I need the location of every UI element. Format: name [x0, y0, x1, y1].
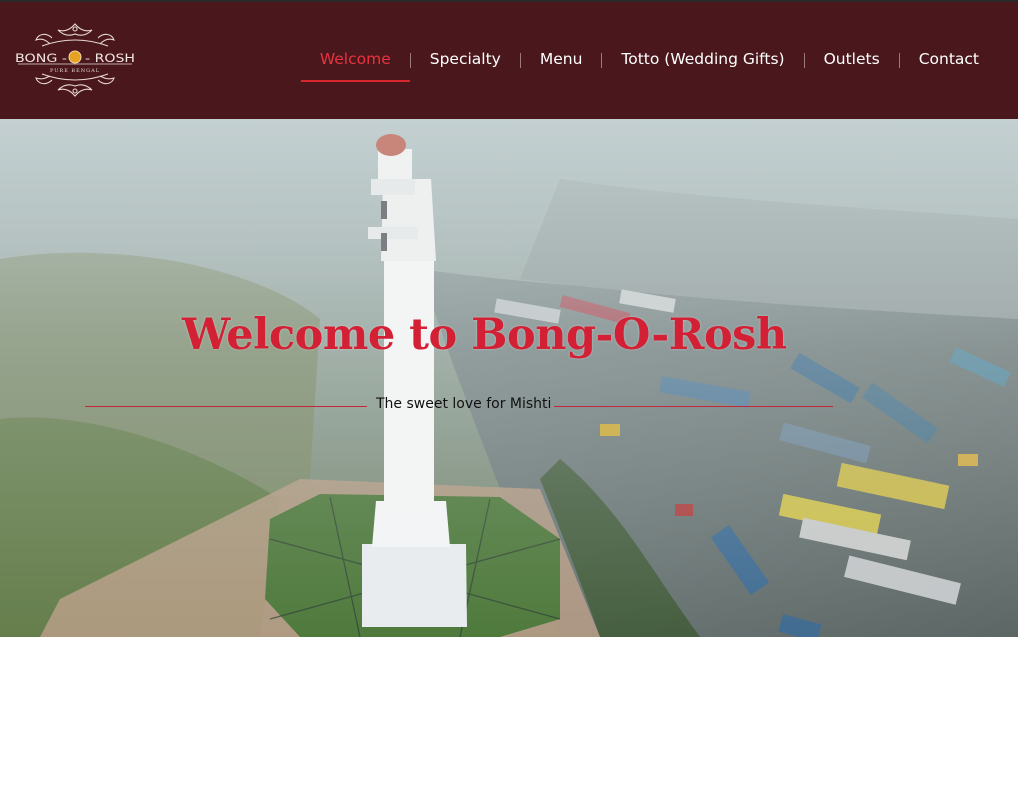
logo-subtext: PURE BENGAL	[50, 68, 100, 74]
hero-background-image	[0, 119, 1018, 637]
decorative-divider-left	[85, 406, 367, 407]
nav-contact[interactable]: Contact	[900, 40, 998, 81]
page-right-gutter	[1018, 0, 1024, 810]
svg-text:- ROSH: - ROSH	[85, 51, 135, 65]
decorative-divider-right	[554, 406, 833, 407]
hero-banner: Welcome to Bong-O-Rosh The sweet love fo…	[0, 119, 1018, 637]
nav-menu[interactable]: Menu	[521, 40, 602, 81]
site-header: BONG - - ROSH PURE BENGAL Welcome Specia…	[0, 2, 1018, 119]
nav-outlets[interactable]: Outlets	[805, 40, 899, 81]
logo-emblem-icon: BONG - - ROSH PURE BENGAL	[15, 23, 135, 97]
svg-text:BONG -: BONG -	[15, 51, 67, 65]
tagline-row: The sweet love for Mishti	[85, 395, 833, 419]
main-nav: Welcome Specialty Menu Totto (Wedding Gi…	[300, 40, 998, 84]
brand-logo[interactable]: BONG - - ROSH PURE BENGAL	[12, 20, 138, 100]
nav-wedding-gifts[interactable]: Totto (Wedding Gifts)	[602, 40, 803, 81]
hero-title: Welcome to Bong-O-Rosh	[182, 310, 787, 360]
nav-welcome[interactable]: Welcome	[300, 40, 410, 82]
nav-specialty[interactable]: Specialty	[411, 40, 520, 81]
hero-tagline: The sweet love for Mishti	[376, 396, 552, 412]
